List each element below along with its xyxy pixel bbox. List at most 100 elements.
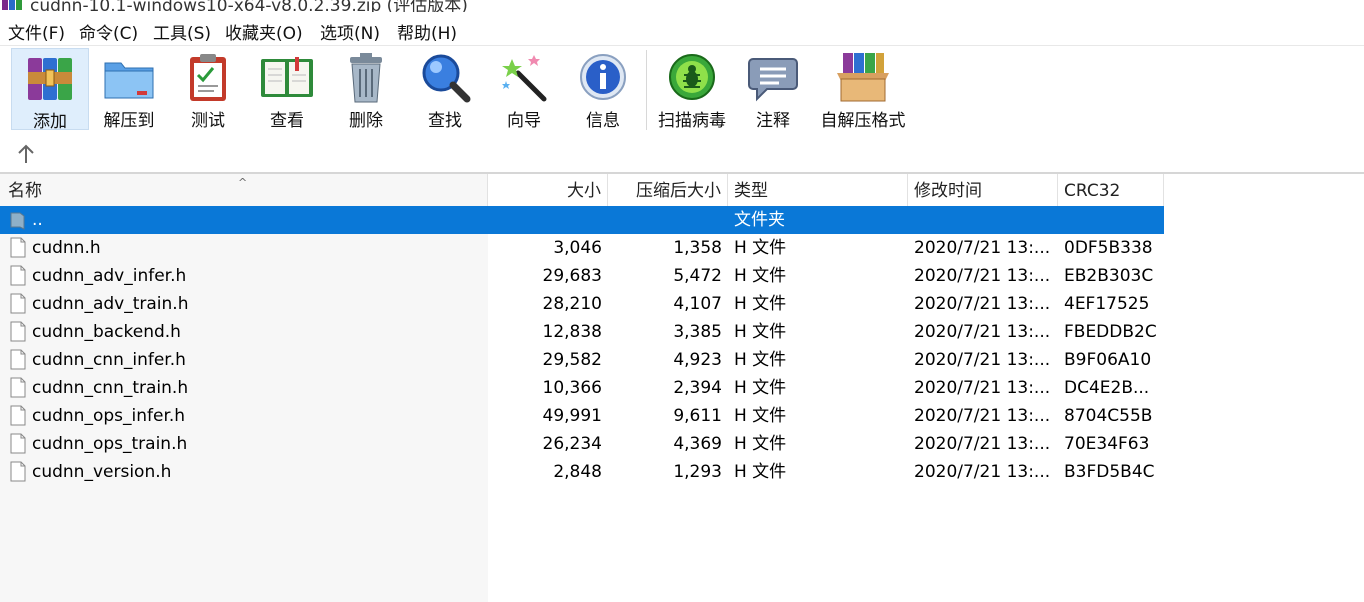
test-button[interactable]: 测试: [172, 48, 244, 131]
file-name: cudnn_cnn_infer.h: [32, 350, 186, 370]
menu-bar: 文件(F) 命令(C) 工具(S) 收藏夹(O) 选项(N) 帮助(H): [0, 16, 1364, 46]
file-type: H 文件: [734, 350, 787, 370]
info-button[interactable]: 信息: [567, 48, 639, 131]
file-packed-size: 4,107: [673, 294, 722, 314]
column-size[interactable]: 大小: [488, 174, 608, 206]
file-list: 名称 ^ 大小 压缩后大小 类型 修改时间 CRC32 .. 文件夹 cudnn…: [0, 174, 1364, 602]
menu-options[interactable]: 选项(N): [320, 19, 380, 44]
sort-ascending-icon: ^: [238, 176, 248, 189]
sfx-label: 自解压格式: [820, 111, 906, 131]
file-crc32: EB2B303C: [1064, 266, 1154, 286]
file-modified: 2020/7/21 13:...: [914, 238, 1051, 258]
file-h-icon: [10, 405, 26, 426]
table-row[interactable]: cudnn_ops_train.h 26,234 4,369 H 文件 2020/7/2…: [0, 430, 1164, 458]
menu-help[interactable]: 帮助(H): [397, 19, 457, 44]
view-label: 查看: [270, 111, 304, 131]
find-label: 查找: [428, 111, 462, 131]
file-name: cudnn_backend.h: [32, 322, 181, 342]
file-crc32: 8704C55B: [1064, 406, 1153, 426]
menu-favorites[interactable]: 收藏夹(O): [225, 19, 303, 44]
folder-up-icon: [10, 212, 25, 230]
file-name: cudnn_cnn_train.h: [32, 378, 189, 398]
parent-folder-name: ..: [32, 210, 43, 230]
table-row[interactable]: cudnn_adv_train.h 28,210 4,107 H 文件 2020/7/2…: [0, 290, 1164, 318]
test-label: 测试: [191, 111, 225, 131]
file-name: cudnn_ops_infer.h: [32, 406, 186, 426]
comment-button[interactable]: 注释: [737, 48, 809, 131]
file-packed-size: 2,394: [673, 378, 722, 398]
file-type: H 文件: [734, 434, 787, 454]
extract-to-button[interactable]: 解压到: [92, 48, 166, 131]
list-header: 名称 ^ 大小 压缩后大小 类型 修改时间 CRC32: [0, 174, 1164, 206]
file-crc32: B3FD5B4C: [1064, 462, 1155, 482]
table-row[interactable]: cudnn_adv_infer.h 29,683 5,472 H 文件 2020/7/2…: [0, 262, 1164, 290]
file-modified: 2020/7/21 13:...: [914, 294, 1051, 314]
toolbar: 添加 解压到 测试 查看 删除 查找 向导 信息 扫描病毒 注释 自解压格式: [0, 46, 1364, 134]
file-modified: 2020/7/21 13:...: [914, 350, 1051, 370]
file-type: H 文件: [734, 294, 787, 314]
file-packed-size: 1,293: [673, 462, 722, 482]
sfx-box-icon: [837, 53, 889, 102]
delete-button[interactable]: 删除: [330, 48, 402, 131]
menu-file[interactable]: 文件(F): [8, 19, 65, 44]
file-name: cudnn_ops_train.h: [32, 434, 188, 454]
menu-tools[interactable]: 工具(S): [153, 19, 211, 44]
wizard-button[interactable]: 向导: [488, 48, 560, 131]
table-row[interactable]: cudnn.h 3,046 1,358 H 文件 2020/7/21 13:... 0DF…: [0, 234, 1164, 262]
file-h-icon: [10, 321, 26, 342]
scan-virus-label: 扫描病毒: [658, 111, 726, 131]
trash-icon: [350, 53, 382, 103]
column-type[interactable]: 类型: [728, 174, 908, 206]
file-modified: 2020/7/21 13:...: [914, 322, 1051, 342]
file-type: H 文件: [734, 266, 787, 286]
file-name: cudnn_adv_train.h: [32, 294, 189, 314]
wizard-wand-icon: [502, 55, 547, 102]
file-h-icon: [10, 265, 26, 286]
table-row[interactable]: cudnn_ops_infer.h 49,991 9,611 H 文件 2020/7/2…: [0, 402, 1164, 430]
file-size: 29,582: [542, 350, 602, 370]
parent-folder-row[interactable]: .. 文件夹: [0, 206, 1164, 234]
window-title: cudnn-10.1-windows10-x64-v8.0.2.39.zip (…: [30, 0, 468, 12]
file-crc32: 70E34F63: [1064, 434, 1150, 454]
extract-folder-icon: [104, 62, 154, 99]
add-archive-icon: [28, 58, 72, 100]
comment-label: 注释: [756, 111, 790, 131]
file-h-icon: [10, 293, 26, 314]
file-h-icon: [10, 433, 26, 454]
file-modified: 2020/7/21 13:...: [914, 462, 1051, 482]
scan-virus-button[interactable]: 扫描病毒: [653, 48, 731, 131]
file-size: 12,838: [542, 322, 602, 342]
wizard-label: 向导: [507, 111, 541, 131]
file-modified: 2020/7/21 13:...: [914, 406, 1051, 426]
file-modified: 2020/7/21 13:...: [914, 378, 1051, 398]
file-size: 49,991: [542, 406, 602, 426]
column-modified[interactable]: 修改时间: [908, 174, 1058, 206]
view-button[interactable]: 查看: [250, 48, 324, 131]
file-packed-size: 3,385: [673, 322, 722, 342]
find-button[interactable]: 查找: [409, 48, 481, 131]
delete-label: 删除: [349, 111, 383, 131]
table-row[interactable]: cudnn_version.h 2,848 1,293 H 文件 2020/7/21 1…: [0, 458, 1164, 486]
path-bar: [0, 136, 1364, 172]
file-h-icon: [10, 461, 26, 482]
column-crc32[interactable]: CRC32: [1058, 174, 1164, 206]
file-size: 26,234: [542, 434, 602, 454]
file-type: H 文件: [734, 406, 787, 426]
file-size: 3,046: [553, 238, 602, 258]
info-icon: [580, 54, 626, 100]
table-row[interactable]: cudnn_cnn_train.h 10,366 2,394 H 文件 2020/7/2…: [0, 374, 1164, 402]
file-crc32: FBEDDB2C: [1064, 322, 1157, 342]
add-button[interactable]: 添加: [11, 48, 89, 132]
up-arrow-icon[interactable]: [12, 142, 40, 166]
add-label: 添加: [33, 112, 67, 132]
table-row[interactable]: cudnn_cnn_infer.h 29,582 4,923 H 文件 2020/7/2…: [0, 346, 1164, 374]
file-size: 10,366: [542, 378, 602, 398]
file-modified: 2020/7/21 13:...: [914, 434, 1051, 454]
file-crc32: 4EF17525: [1064, 294, 1150, 314]
file-name: cudnn.h: [32, 238, 101, 258]
magnifier-icon: [422, 54, 471, 103]
table-row[interactable]: cudnn_backend.h 12,838 3,385 H 文件 2020/7/21 …: [0, 318, 1164, 346]
sfx-button[interactable]: 自解压格式: [816, 48, 910, 131]
menu-command[interactable]: 命令(C): [79, 19, 138, 44]
column-packed-size[interactable]: 压缩后大小: [608, 174, 728, 206]
